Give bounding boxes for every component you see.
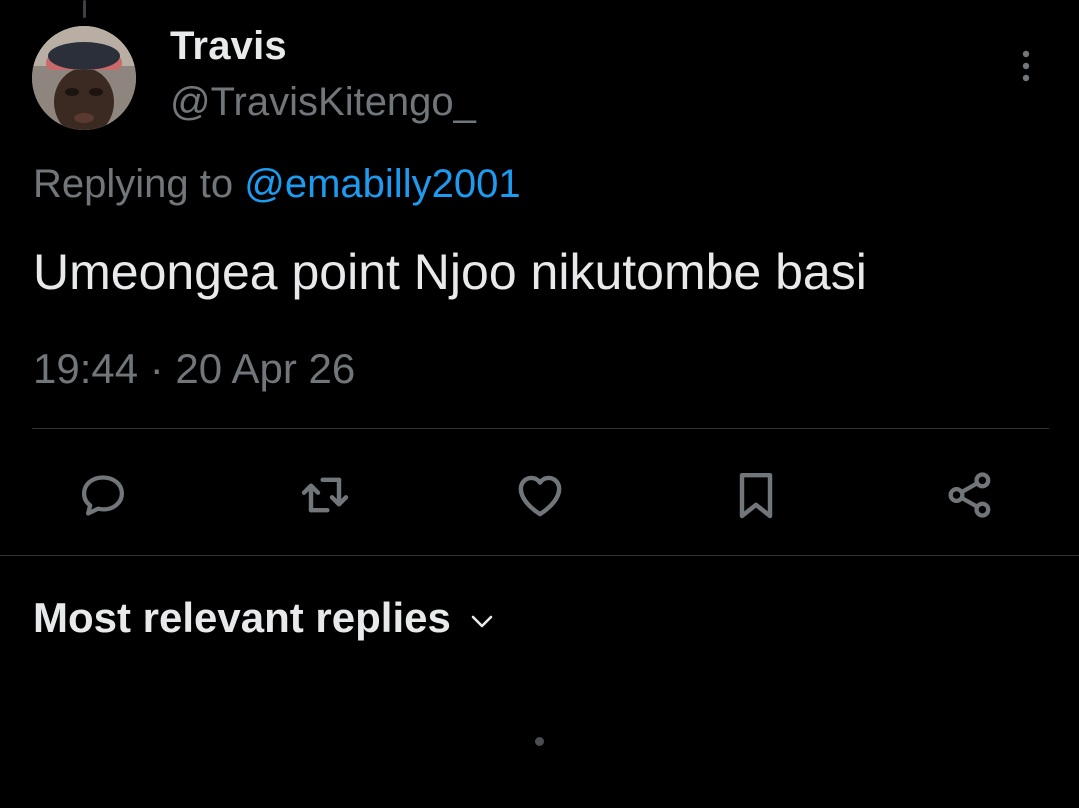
avatar[interactable]	[32, 26, 136, 130]
section-divider	[0, 555, 1079, 556]
replies-sort-label: Most relevant replies	[33, 594, 451, 641]
reply-icon	[81, 475, 125, 516]
author-handle[interactable]: @TravisKitengo_	[170, 80, 476, 125]
tweet-text: Umeongea point Njoo nikutombe basi	[33, 244, 867, 300]
heart-icon	[518, 475, 562, 517]
replying-to-label: Replying to	[33, 162, 234, 206]
loading-indicator	[535, 737, 544, 746]
avatar-image	[32, 26, 136, 130]
retweet-button[interactable]	[290, 460, 360, 530]
replies-sort-dropdown[interactable]: Most relevant replies	[33, 594, 495, 642]
share-button[interactable]	[935, 460, 1005, 530]
tweet-action-bar	[0, 460, 1079, 530]
like-button[interactable]	[505, 460, 575, 530]
more-options-button[interactable]	[1006, 44, 1046, 88]
more-vertical-icon	[1022, 50, 1030, 82]
thread-connector-line	[83, 0, 86, 18]
bookmark-button[interactable]	[721, 460, 791, 530]
replying-to-line: Replying to @emabilly2001	[33, 162, 521, 207]
tweet-timestamp[interactable]: 19:44 · 20 Apr 26	[33, 345, 355, 393]
reply-button[interactable]	[68, 460, 138, 530]
retweet-icon	[301, 477, 349, 513]
author-display-name[interactable]: Travis	[170, 24, 287, 69]
divider	[32, 428, 1049, 429]
chevron-down-icon	[469, 612, 495, 630]
replying-to-mention-link[interactable]: @emabilly2001	[244, 162, 520, 206]
share-icon	[948, 472, 991, 518]
bookmark-icon	[739, 472, 773, 519]
